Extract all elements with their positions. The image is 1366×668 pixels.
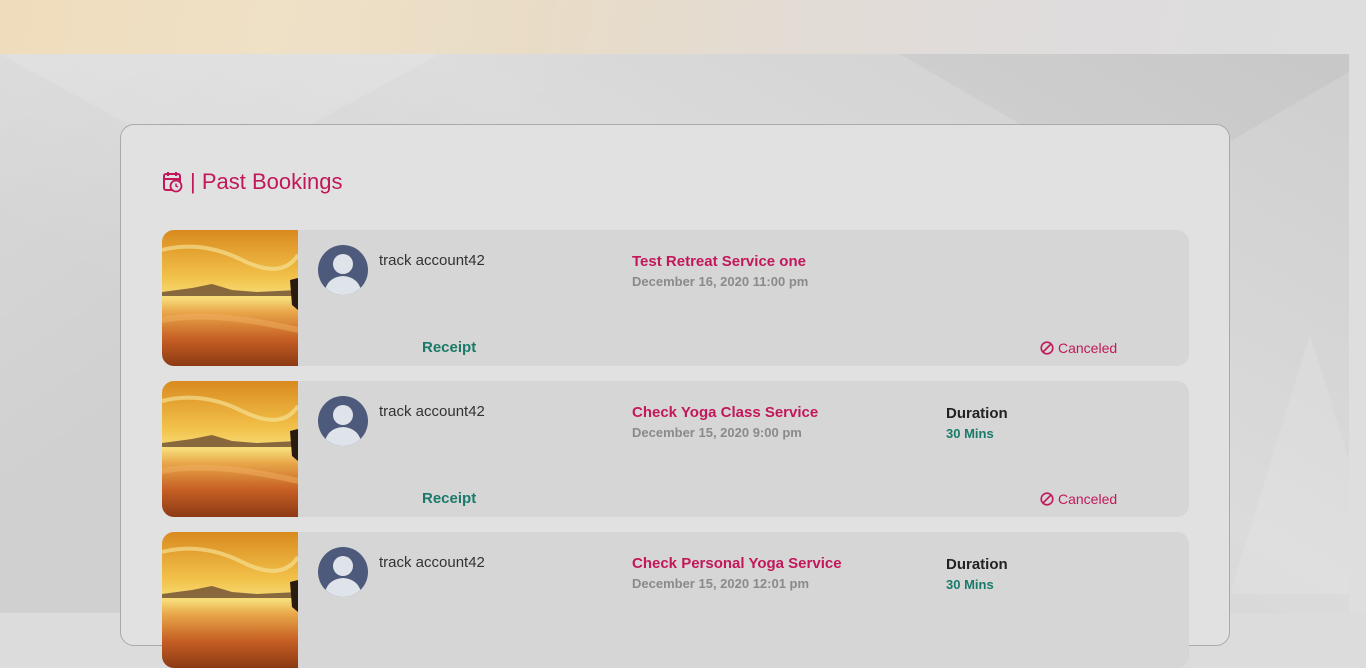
duration-label: Duration	[946, 405, 1008, 422]
receipt-link[interactable]: Receipt	[422, 490, 476, 507]
user-name: track account42	[379, 403, 485, 420]
status-badge: Canceled	[1040, 340, 1117, 356]
duration-value: 30 Mins	[946, 426, 994, 441]
scrollbar-track[interactable]	[1349, 54, 1366, 613]
section-header: | Past Bookings	[163, 167, 342, 197]
avatar	[318, 396, 368, 446]
status-label: Canceled	[1058, 340, 1118, 356]
booking-thumbnail	[162, 532, 298, 668]
booking-thumbnail	[162, 230, 298, 366]
booking-row: track account42 Check Personal Yoga Serv…	[162, 532, 1189, 668]
user-name: track account42	[379, 252, 485, 269]
booking-thumbnail	[162, 381, 298, 517]
page-title: | Past Bookings	[190, 169, 343, 194]
status-badge: Canceled	[1040, 491, 1117, 507]
top-banner	[0, 0, 1366, 54]
ban-icon	[1040, 341, 1054, 355]
avatar	[318, 245, 368, 295]
avatar	[318, 547, 368, 597]
booking-date: December 16, 2020 11:00 pm	[632, 274, 809, 289]
user-name: track account42	[379, 554, 485, 571]
booking-row: track account42 Check Yoga Class Service…	[162, 381, 1189, 517]
past-bookings-card: | Past Bookings track account42 Test Ret…	[120, 124, 1230, 668]
booking-date: December 15, 2020 12:01 pm	[632, 576, 810, 591]
ban-icon	[1040, 492, 1054, 506]
duration-label: Duration	[946, 556, 1008, 573]
status-label: Canceled	[1058, 491, 1118, 507]
receipt-link[interactable]: Receipt	[422, 339, 476, 356]
service-title[interactable]: Test Retreat Service one	[632, 253, 806, 270]
duration-value: 30 Mins	[946, 577, 994, 592]
service-title[interactable]: Check Personal Yoga Service	[632, 555, 842, 572]
calendar-clock-icon	[163, 171, 183, 193]
service-title[interactable]: Check Yoga Class Service	[632, 404, 818, 421]
booking-row: track account42 Test Retreat Service one…	[162, 230, 1189, 366]
booking-date: December 15, 2020 9:00 pm	[632, 425, 802, 440]
